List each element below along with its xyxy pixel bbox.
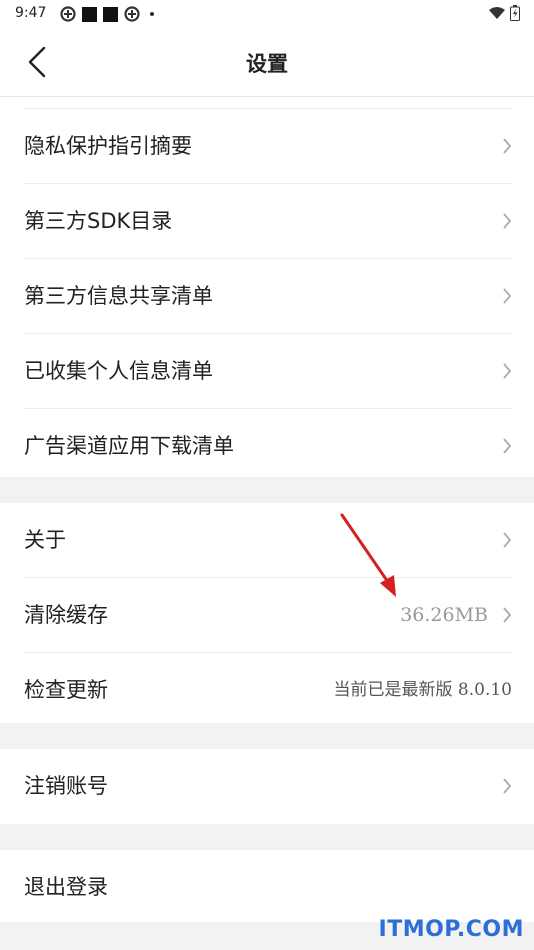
row-label: 广告渠道应用下载清单 — [24, 434, 234, 458]
watermark-logo: ITMOP.COM — [378, 917, 524, 942]
header-bar: 设置 — [0, 28, 534, 97]
row-label: 隐私保护指引摘要 — [24, 134, 192, 158]
annotation-arrow-icon — [340, 513, 396, 597]
about-item[interactable]: 关于 — [24, 503, 512, 578]
row-label: 关于 — [24, 528, 66, 552]
row-label: 退出登录 — [24, 875, 108, 899]
app-notification-icon — [60, 6, 76, 22]
chevron-right-icon — [503, 607, 512, 623]
cache-size-value: 36.26MB — [400, 604, 488, 626]
settings-section-logout: 退出登录 — [0, 850, 534, 922]
status-bar: 9:47 — [0, 0, 534, 28]
chevron-right-icon — [503, 778, 512, 794]
chevron-right-icon — [503, 532, 512, 548]
third-party-sdk-item[interactable]: 第三方SDK目录 — [24, 184, 512, 259]
row-label: 检查更新 — [24, 678, 108, 702]
row-label: 清除缓存 — [24, 603, 108, 627]
check-update-item[interactable]: 检查更新 当前已是最新版 8.0.10 — [24, 653, 512, 727]
chevron-right-icon — [503, 288, 512, 304]
chevron-right-icon — [503, 213, 512, 229]
settings-section-account: 注销账号 — [0, 749, 534, 824]
row-label: 第三方信息共享清单 — [24, 284, 213, 308]
more-notifications-dot-icon — [150, 12, 154, 16]
collected-info-item[interactable]: 已收集个人信息清单 — [24, 334, 512, 409]
chevron-right-icon — [503, 438, 512, 454]
row-label: 第三方SDK目录 — [24, 209, 173, 233]
app-notification-icon — [82, 6, 97, 22]
update-status-value: 当前已是最新版 8.0.10 — [333, 680, 512, 700]
battery-icon — [510, 5, 520, 21]
settings-section-privacy: 隐私保护指引摘要 第三方SDK目录 第三方信息共享清单 已收集个人信息清单 广告… — [0, 97, 534, 477]
privacy-summary-item[interactable]: 隐私保护指引摘要 — [24, 109, 512, 184]
logout-button[interactable]: 退出登录 — [24, 850, 512, 924]
ad-channel-download-item[interactable]: 广告渠道应用下载清单 — [24, 409, 512, 483]
app-notification-icon — [103, 6, 118, 22]
chevron-right-icon — [503, 363, 512, 379]
settings-section-app: 关于 清除缓存 36.26MB 检查更新 当前已是最新版 8.0.10 — [0, 503, 534, 723]
notification-icons — [60, 6, 154, 22]
wifi-icon — [489, 7, 505, 19]
chevron-right-icon — [503, 138, 512, 154]
cancel-account-item[interactable]: 注销账号 — [24, 749, 512, 823]
status-time: 9:47 — [15, 5, 47, 21]
system-status-icons — [488, 5, 520, 21]
row-label: 注销账号 — [24, 774, 108, 798]
page-title: 设置 — [246, 52, 288, 76]
app-notification-icon — [124, 6, 140, 22]
row-label: 已收集个人信息清单 — [24, 359, 213, 383]
third-party-sharing-item[interactable]: 第三方信息共享清单 — [24, 259, 512, 334]
clear-cache-item[interactable]: 清除缓存 36.26MB — [24, 578, 512, 653]
